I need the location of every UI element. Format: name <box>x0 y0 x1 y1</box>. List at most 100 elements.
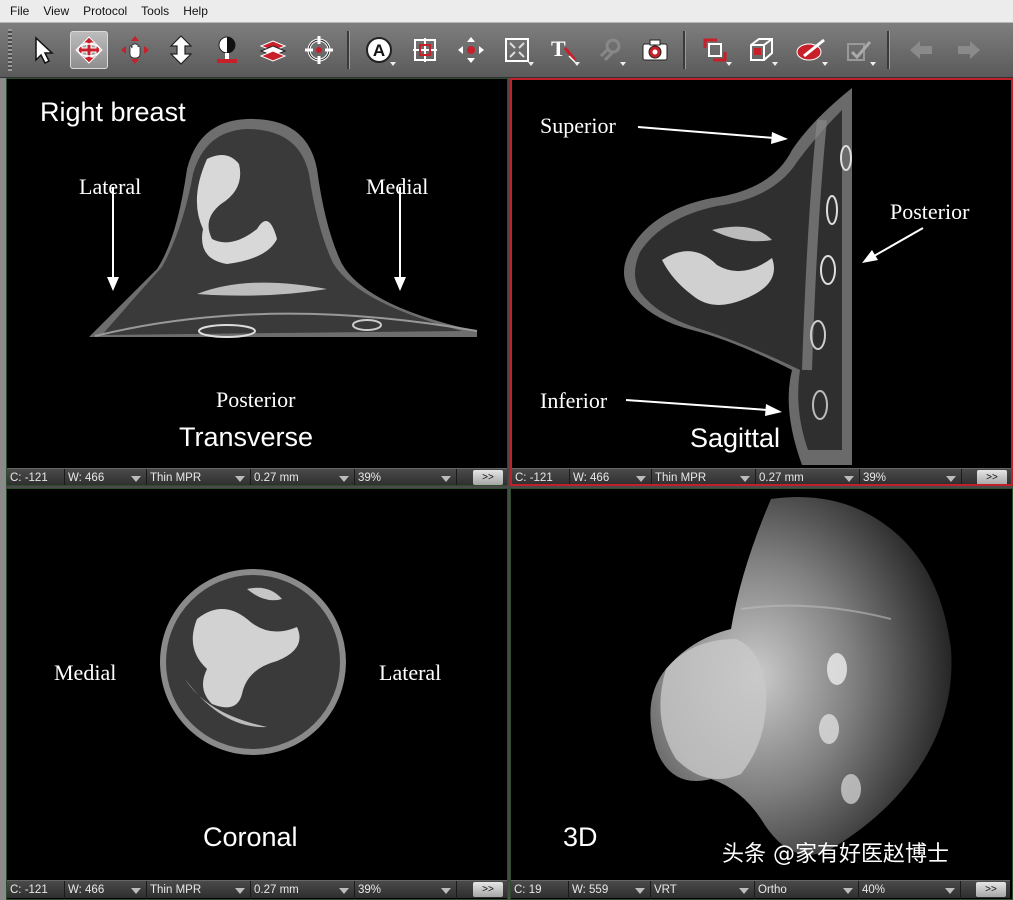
breast-side-title: Right breast <box>40 97 186 127</box>
window-level-tool-button[interactable] <box>208 31 246 69</box>
pan-tool-button[interactable] <box>116 31 154 69</box>
zoom-tool-button[interactable] <box>162 31 200 69</box>
render-mode-select[interactable]: Thin MPR <box>147 880 251 899</box>
dropdown-caret-icon <box>528 62 534 66</box>
more-options-button[interactable]: >> <box>473 882 503 897</box>
view-label: Transverse <box>179 422 314 452</box>
slab-thickness-select[interactable]: 0.27 mm <box>251 880 355 899</box>
forward-arrow-icon <box>958 41 980 59</box>
zoom-select[interactable]: 39% <box>355 468 457 485</box>
camera-tool-button[interactable] <box>636 31 674 69</box>
zoom-select[interactable]: 40% <box>859 880 961 899</box>
projection-select[interactable]: Ortho <box>755 880 859 899</box>
viewport-grid: Right breast Lateral Medial Posterior Tr… <box>6 78 1013 900</box>
window-width[interactable]: W: 559 <box>569 880 651 899</box>
window-width[interactable]: W: 466 <box>570 468 652 484</box>
3d-viewport[interactable]: 3D 头条 @家有好医赵博士 C: 19 W: 559 VRT Ortho 40… <box>510 488 1013 900</box>
slab-thickness-select[interactable]: 0.27 mm <box>251 468 355 485</box>
window-width[interactable]: W: 466 <box>65 468 147 485</box>
window-center[interactable]: C: -121 <box>7 880 65 899</box>
view-label: Sagittal <box>690 423 781 453</box>
toolbar-separator <box>347 31 350 69</box>
view-label: Coronal <box>203 822 298 852</box>
zoom-select[interactable]: 39% <box>860 468 962 484</box>
menu-help[interactable]: Help <box>176 0 215 22</box>
zoom-select[interactable]: 39% <box>355 880 457 899</box>
toolbar-separator <box>887 31 890 69</box>
watermark-text: 头条 @家有好医赵博士 <box>722 842 949 867</box>
select-arrow-icon <box>35 36 54 65</box>
back-button[interactable] <box>902 31 940 69</box>
posterior-label: Posterior <box>216 387 296 412</box>
viewport-statusbar: C: -121 W: 466 Thin MPR 0.27 mm 39% >> <box>512 468 1011 484</box>
transverse-viewport[interactable]: Right breast Lateral Medial Posterior Tr… <box>6 78 508 486</box>
window-center[interactable]: C: 19 <box>511 880 569 899</box>
render-mode-select[interactable]: Thin MPR <box>652 468 756 484</box>
inferior-label: Inferior <box>540 388 608 413</box>
window-center[interactable]: C: -121 <box>7 468 65 485</box>
orientation-tool-button[interactable] <box>696 31 734 69</box>
text-tool-button[interactable]: T <box>544 31 582 69</box>
forward-button[interactable] <box>950 31 988 69</box>
rotate-3d-icon <box>75 36 103 64</box>
dropdown-caret-icon <box>822 62 828 66</box>
lateral-label: Lateral <box>379 660 442 685</box>
toolbar-grip[interactable] <box>8 29 12 71</box>
select-tool-button[interactable] <box>24 31 62 69</box>
more-options-button[interactable]: >> <box>976 882 1006 897</box>
more-options-button[interactable]: >> <box>473 470 503 485</box>
back-arrow-icon <box>910 41 932 59</box>
link-tool-button[interactable] <box>590 31 628 69</box>
window-center[interactable]: C: -121 <box>512 468 570 484</box>
menu-protocol[interactable]: Protocol <box>76 0 134 22</box>
camera-icon <box>642 39 668 61</box>
svg-text:A: A <box>373 41 385 60</box>
dropdown-caret-icon <box>574 62 580 66</box>
toolbar-separator <box>683 31 686 69</box>
viewport-statusbar: C: -121 W: 466 Thin MPR 0.27 mm 39% >> <box>7 880 507 899</box>
more-options-button[interactable]: >> <box>977 470 1007 484</box>
layout-icon <box>413 38 437 62</box>
annotation-tool-button[interactable]: A <box>360 31 398 69</box>
move-points-tool-button[interactable] <box>452 31 490 69</box>
menu-bar: File View Protocol Tools Help <box>0 0 1013 23</box>
coronal-viewport[interactable]: Medial Lateral Coronal C: -121 W: 466 Th… <box>6 488 508 900</box>
rotate-3d-tool-button[interactable] <box>70 31 108 69</box>
menu-file[interactable]: File <box>0 0 36 22</box>
dropdown-caret-icon <box>620 62 626 66</box>
render-mode-select[interactable]: VRT <box>651 880 755 899</box>
window-width[interactable]: W: 466 <box>65 880 147 899</box>
viewport-statusbar: C: 19 W: 559 VRT Ortho 40% >> <box>511 880 1010 899</box>
superior-label: Superior <box>540 113 616 138</box>
lateral-label: Lateral <box>79 174 142 199</box>
pan-hand-icon <box>121 36 149 64</box>
medial-label: Medial <box>54 660 117 685</box>
medial-label: Medial <box>366 174 429 199</box>
dropdown-caret-icon <box>772 62 778 66</box>
cube-tool-button[interactable] <box>742 31 780 69</box>
crosshair-tool-button[interactable] <box>300 31 338 69</box>
menu-tools[interactable]: Tools <box>134 0 176 22</box>
window-level-icon <box>217 36 237 63</box>
slab-thickness-select[interactable]: 0.27 mm <box>756 468 860 484</box>
render-mode-select[interactable]: Thin MPR <box>147 468 251 485</box>
slab-scroll-tool-button[interactable] <box>254 31 292 69</box>
apply-tool-button[interactable] <box>840 31 878 69</box>
scalpel-tool-button[interactable] <box>792 31 830 69</box>
dropdown-caret-icon <box>390 62 396 66</box>
svg-text:T: T <box>551 36 566 61</box>
viewport-statusbar: C: -121 W: 466 Thin MPR 0.27 mm 39% >> <box>7 468 507 485</box>
menu-view[interactable]: View <box>36 0 76 22</box>
posterior-label: Posterior <box>890 199 970 224</box>
crosshair-icon <box>305 36 333 64</box>
move-points-icon <box>458 37 484 63</box>
zoom-icon <box>169 35 193 65</box>
sagittal-viewport[interactable]: Superior Posterior Inferior Sagittal C: … <box>510 78 1013 486</box>
slab-scroll-icon <box>259 40 287 62</box>
toolbar: A T <box>0 23 1013 78</box>
dropdown-caret-icon <box>870 62 876 66</box>
dropdown-caret-icon <box>726 62 732 66</box>
view-label: 3D <box>563 822 598 852</box>
fit-view-tool-button[interactable] <box>498 31 536 69</box>
layout-tool-button[interactable] <box>406 31 444 69</box>
